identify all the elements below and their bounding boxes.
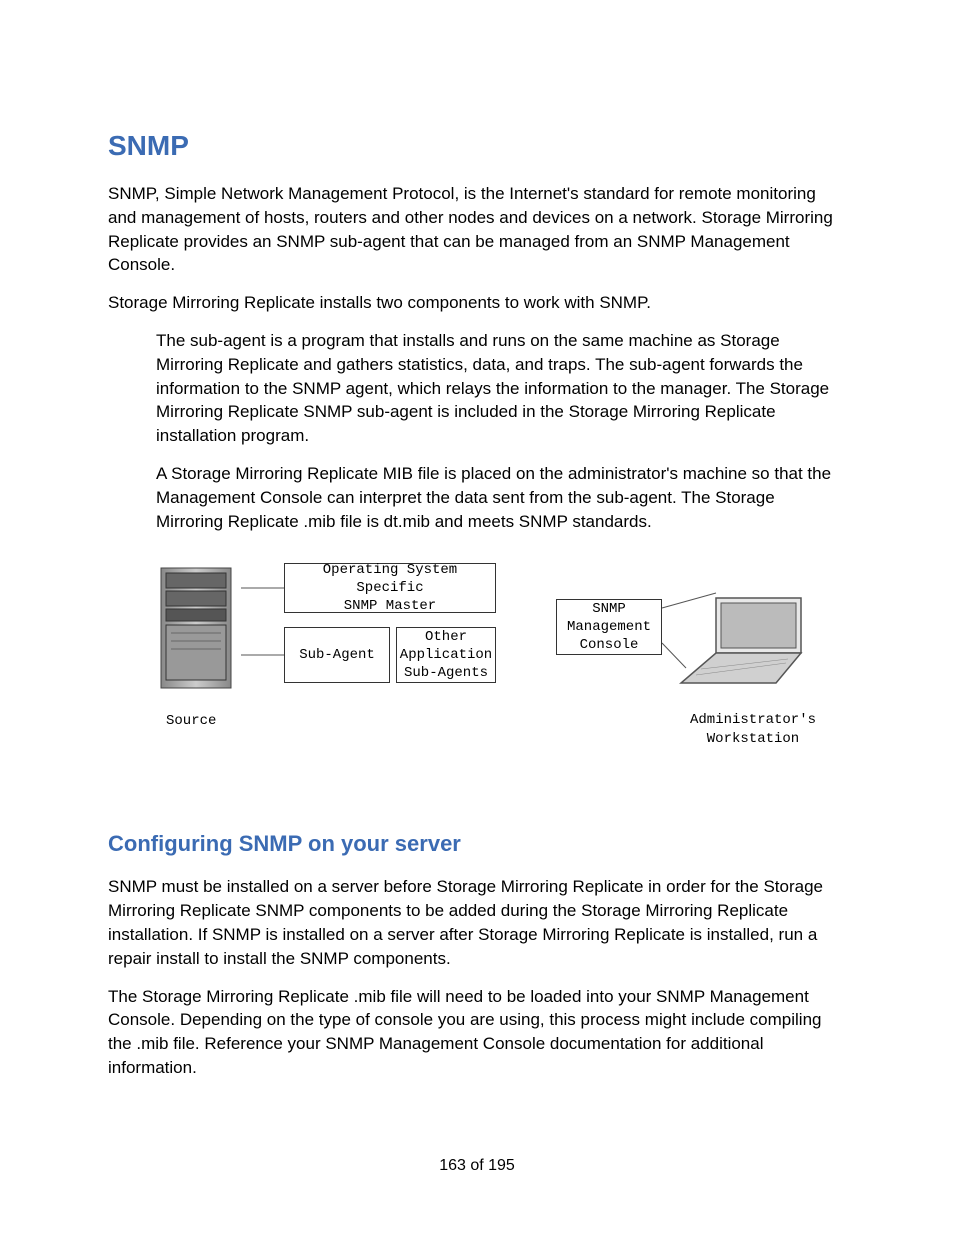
other-subagents-box: Other Application Sub-Agents	[396, 627, 496, 683]
admin-line1: Administrator's	[690, 712, 816, 728]
components-intro: Storage Mirroring Replicate installs two…	[108, 291, 846, 315]
mgmt-line3: Console	[580, 636, 639, 654]
mib-paragraph: A Storage Mirroring Replicate MIB file i…	[156, 462, 846, 533]
mgmt-line2: Management	[567, 618, 651, 636]
management-console-box: SNMP Management Console	[556, 599, 662, 655]
admin-line2: Workstation	[707, 731, 799, 747]
section-heading-configuring: Configuring SNMP on your server	[108, 831, 846, 857]
intro-paragraph: SNMP, Simple Network Management Protocol…	[108, 182, 846, 277]
config-paragraph-2: The Storage Mirroring Replicate .mib fil…	[108, 985, 846, 1080]
source-label: Source	[166, 713, 216, 729]
mgmt-line1: SNMP	[592, 600, 626, 618]
sub-agent-box: Sub-Agent	[284, 627, 390, 683]
snmp-diagram: Operating System Specific SNMP Master Su…	[156, 563, 846, 803]
snmp-master-line1: Operating System Specific	[289, 561, 491, 597]
snmp-master-line2: SNMP Master	[344, 597, 436, 615]
config-paragraph-1: SNMP must be installed on a server befor…	[108, 875, 846, 970]
page-heading: SNMP	[108, 130, 846, 162]
subagent-paragraph: The sub-agent is a program that installs…	[156, 329, 846, 448]
server-icon	[156, 563, 241, 693]
laptop-icon	[676, 593, 816, 693]
other-line1: Other	[425, 628, 467, 646]
page-number: 163 of 195	[0, 1157, 954, 1175]
admin-workstation-label: Administrator's Workstation	[678, 711, 828, 747]
snmp-master-box: Operating System Specific SNMP Master	[284, 563, 496, 613]
other-line2: Application	[400, 646, 492, 664]
sub-agent-label: Sub-Agent	[299, 646, 375, 664]
other-line3: Sub-Agents	[404, 664, 488, 682]
